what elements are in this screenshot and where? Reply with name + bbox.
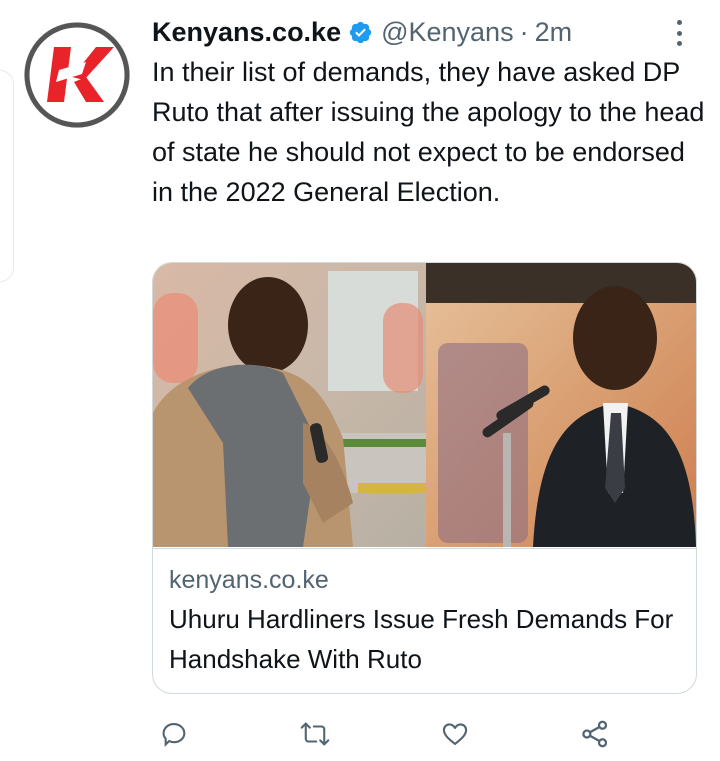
author-name[interactable]: Kenyans.co.ke <box>152 17 341 48</box>
share-icon[interactable] <box>575 714 615 754</box>
retweet-icon[interactable] <box>295 714 335 754</box>
more-options-icon[interactable] <box>668 18 690 48</box>
tweet-timestamp[interactable]: 2m <box>535 17 573 48</box>
verified-badge-icon <box>348 20 373 45</box>
like-icon[interactable] <box>435 714 475 754</box>
card-title: Uhuru Hardliners Issue Fresh Demands For… <box>169 604 674 674</box>
tweet-header: Kenyans.co.ke @Kenyans · 2m <box>152 12 572 52</box>
kenyans-logo-icon <box>24 22 130 128</box>
tweet-text: In their list of demands, they have aske… <box>152 57 705 207</box>
previous-card-edge <box>0 70 14 282</box>
reply-icon[interactable] <box>155 714 195 754</box>
card-image <box>153 263 696 547</box>
author-handle[interactable]: @Kenyans <box>381 17 513 48</box>
link-card[interactable]: kenyans.co.ke Uhuru Hardliners Issue Fre… <box>152 262 697 694</box>
separator-dot: · <box>519 16 529 47</box>
card-info: kenyans.co.ke Uhuru Hardliners Issue Fre… <box>153 548 696 693</box>
card-domain: kenyans.co.ke <box>169 566 329 594</box>
avatar[interactable] <box>24 22 130 128</box>
tweet-actions <box>155 714 625 754</box>
